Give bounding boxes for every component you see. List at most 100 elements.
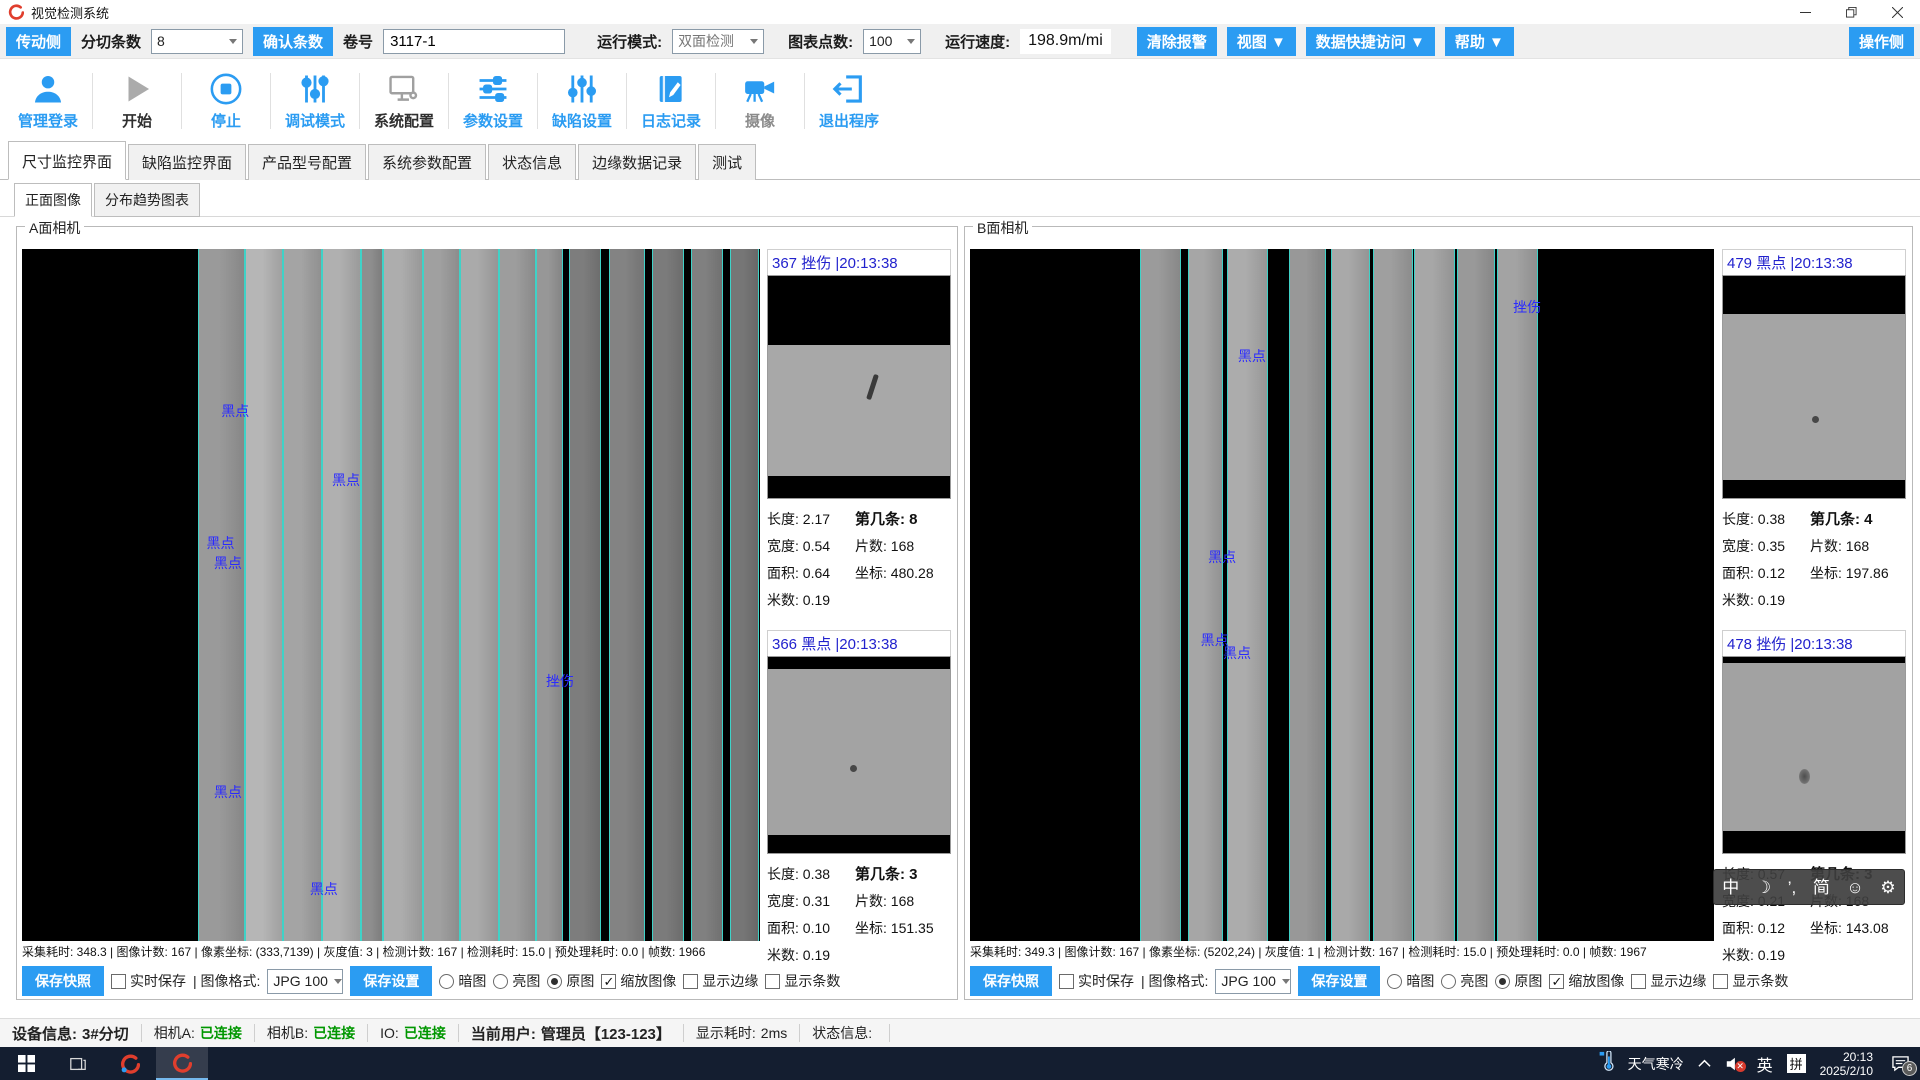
data-quick-access-menu-button[interactable]: 数据快捷访问 ▼ xyxy=(1306,27,1435,56)
camera-a-show-edge-checkbox[interactable]: 显示边缘 xyxy=(683,971,758,991)
ime-settings-icon[interactable]: ⚙ xyxy=(1880,879,1895,896)
notification-center-icon[interactable]: 6 xyxy=(1891,1055,1910,1072)
camera-a-bright-image-radio[interactable]: 亮图 xyxy=(493,971,540,991)
camera-b-bright-image-radio[interactable]: 亮图 xyxy=(1441,971,1488,991)
moon-mode-icon[interactable]: ☽ xyxy=(1756,879,1771,896)
camera-a-realtime-save-checkbox-box[interactable] xyxy=(111,974,126,989)
defect-icon xyxy=(565,72,599,106)
tab-2[interactable]: 缺陷监控界面 xyxy=(128,144,246,180)
maximize-button[interactable] xyxy=(1828,0,1874,24)
defect-fields: 长度: 0.38第几条: 3宽度: 0.31片数: 168面积: 0.10坐标:… xyxy=(767,854,951,968)
camera-b-save-settings-button[interactable]: 保存设置 xyxy=(1298,966,1380,996)
tab-4[interactable]: 系统参数配置 xyxy=(368,144,486,180)
camera-b-show-edge-checkbox-box[interactable] xyxy=(1631,974,1646,989)
operator-side-button[interactable]: 操作侧 xyxy=(1849,27,1914,56)
subtab-2[interactable]: 分布趋势图表 xyxy=(94,183,200,217)
camera-a-realtime-save-checkbox[interactable]: 实时保存 xyxy=(111,971,186,991)
camera-a-zoom-image-checkbox-box[interactable]: ✓ xyxy=(601,974,616,989)
camera-b-snapshot-button[interactable]: 保存快照 xyxy=(970,966,1052,996)
camera-b-realtime-save-checkbox-box[interactable] xyxy=(1059,974,1074,989)
slit-count-select[interactable]: 8 xyxy=(151,29,243,54)
task-view-icon[interactable] xyxy=(52,1047,104,1080)
tab-3[interactable]: 产品型号配置 xyxy=(248,144,366,180)
camera-a-dark-image-radio[interactable]: 暗图 xyxy=(439,971,486,991)
status-label: 当前用户: xyxy=(471,1023,536,1044)
camera-b-original-image-radio-circle[interactable] xyxy=(1495,974,1510,989)
chart-points-select[interactable]: 100 xyxy=(863,29,921,54)
toolbar-log-button[interactable]: 日志记录 xyxy=(627,70,715,131)
camera-b-show-count-checkbox-box[interactable] xyxy=(1713,974,1728,989)
roll-number-input[interactable] xyxy=(383,29,565,54)
dropdown-arrow-icon xyxy=(750,39,758,44)
drive-side-button[interactable]: 传动侧 xyxy=(6,27,71,56)
toolbar-defect-button[interactable]: 缺陷设置 xyxy=(538,70,626,131)
camera-b-bright-image-radio-circle[interactable] xyxy=(1441,974,1456,989)
camera-b-image-format-select[interactable]: JPG 100 xyxy=(1215,969,1291,994)
camera-a-bright-image-radio-circle[interactable] xyxy=(493,974,508,989)
taskbar-clock[interactable]: 20:13 2025/2/10 xyxy=(1820,1050,1873,1078)
confirm-count-button[interactable]: 确认条数 xyxy=(253,27,333,56)
tab-1[interactable]: 尺寸监控界面 xyxy=(8,141,126,180)
toolbar-camera-button[interactable]: 摄像 xyxy=(716,70,804,131)
tool-label: 缺陷设置 xyxy=(552,110,612,131)
punctuation-icon[interactable]: ’, xyxy=(1788,879,1797,896)
field-长度: 长度: 0.38 xyxy=(767,860,855,887)
toolbar-params-button[interactable]: 参数设置 xyxy=(449,70,537,131)
toolbar-play-button[interactable]: 开始 xyxy=(93,70,181,131)
camera-b-dark-image-radio[interactable]: 暗图 xyxy=(1387,971,1434,991)
volume-muted-icon[interactable]: ✕ xyxy=(1725,1056,1743,1072)
camera-b-dark-image-radio-circle[interactable] xyxy=(1387,974,1402,989)
tab-7[interactable]: 测试 xyxy=(698,144,756,180)
camera-a-show-count-checkbox[interactable]: 显示条数 xyxy=(765,971,840,991)
field-片数: 片数: 168 xyxy=(855,532,951,559)
field-片数: 片数: 168 xyxy=(855,887,951,914)
subtab-1[interactable]: 正面图像 xyxy=(14,183,92,217)
camera-a-original-image-radio[interactable]: 原图 xyxy=(547,971,594,991)
camera-a-zoom-image-checkbox[interactable]: ✓缩放图像 xyxy=(601,971,676,991)
camera-b-show-count-checkbox[interactable]: 显示条数 xyxy=(1713,971,1788,991)
camera-a-original-image-radio-circle[interactable] xyxy=(547,974,562,989)
camera-a-image-format-select[interactable]: JPG 100 xyxy=(267,969,343,994)
ime-mode-indicator[interactable]: 拼 xyxy=(1787,1054,1806,1073)
defect-fields: 长度: 0.38第几条: 4宽度: 0.35片数: 168面积: 0.12坐标:… xyxy=(1722,499,1906,613)
close-button[interactable] xyxy=(1874,0,1920,24)
camera-b-zoom-image-checkbox[interactable]: ✓缩放图像 xyxy=(1549,971,1624,991)
clear-alarm-button[interactable]: 清除报警 xyxy=(1137,27,1217,56)
notification-count-badge: 6 xyxy=(1902,1061,1917,1076)
language-indicator[interactable]: 英 xyxy=(1757,1052,1773,1076)
simplified-chinese-icon[interactable]: 简 xyxy=(1813,879,1830,896)
app-status-bar: 设备信息:3#分切相机A:已连接相机B:已连接IO:已连接当前用户:管理员【12… xyxy=(0,1018,1920,1047)
run-mode-select[interactable]: 双面检测 xyxy=(672,29,764,54)
chinese-mode-icon[interactable]: 中 xyxy=(1722,879,1739,896)
status-segment-4: IO:已连接 xyxy=(368,1024,459,1042)
vision-app-taskbar-icon[interactable] xyxy=(156,1047,208,1080)
toolbar-debug-button[interactable]: 调试模式 xyxy=(271,70,359,131)
camera-b-show-edge-checkbox[interactable]: 显示边缘 xyxy=(1631,971,1706,991)
hidden-icons-chevron[interactable] xyxy=(1698,1055,1711,1073)
camera-b-zoom-image-checkbox-box[interactable]: ✓ xyxy=(1549,974,1564,989)
weather-text[interactable]: 天气寒冷 xyxy=(1628,1054,1684,1074)
toolbar-exit-button[interactable]: 退出程序 xyxy=(805,70,893,131)
emoji-picker-icon[interactable]: ☺ xyxy=(1846,879,1863,896)
defect-card-header: 367 挫伤 |20:13:38 xyxy=(767,249,951,275)
view-menu-button[interactable]: 视图 ▼ xyxy=(1227,27,1296,56)
film-strip xyxy=(730,249,759,941)
toolbar-system-button[interactable]: 系统配置 xyxy=(360,70,448,131)
camera-a-save-settings-button[interactable]: 保存设置 xyxy=(350,966,432,996)
toolbar-stop-button[interactable]: 停止 xyxy=(182,70,270,131)
start-button[interactable] xyxy=(0,1047,52,1080)
camera-b-realtime-save-checkbox[interactable]: 实时保存 xyxy=(1059,971,1134,991)
camera-a-dark-image-radio-circle[interactable] xyxy=(439,974,454,989)
tab-5[interactable]: 状态信息 xyxy=(488,144,576,180)
tab-6[interactable]: 边缘数据记录 xyxy=(578,144,696,180)
camera-a-show-edge-checkbox-box[interactable] xyxy=(683,974,698,989)
minimize-button[interactable] xyxy=(1782,0,1828,24)
run-mode-label: 运行模式: xyxy=(597,31,662,52)
camera-a-show-count-checkbox-box[interactable] xyxy=(765,974,780,989)
main-tab-bar: 尺寸监控界面缺陷监控界面产品型号配置系统参数配置状态信息边缘数据记录测试 xyxy=(0,146,1920,180)
help-menu-button[interactable]: 帮助 ▼ xyxy=(1445,27,1514,56)
camera-b-original-image-radio[interactable]: 原图 xyxy=(1495,971,1542,991)
camera-a-snapshot-button[interactable]: 保存快照 xyxy=(22,966,104,996)
toolbar-user-button[interactable]: 管理登录 xyxy=(4,70,92,131)
pinned-app-icon[interactable] xyxy=(104,1047,156,1080)
